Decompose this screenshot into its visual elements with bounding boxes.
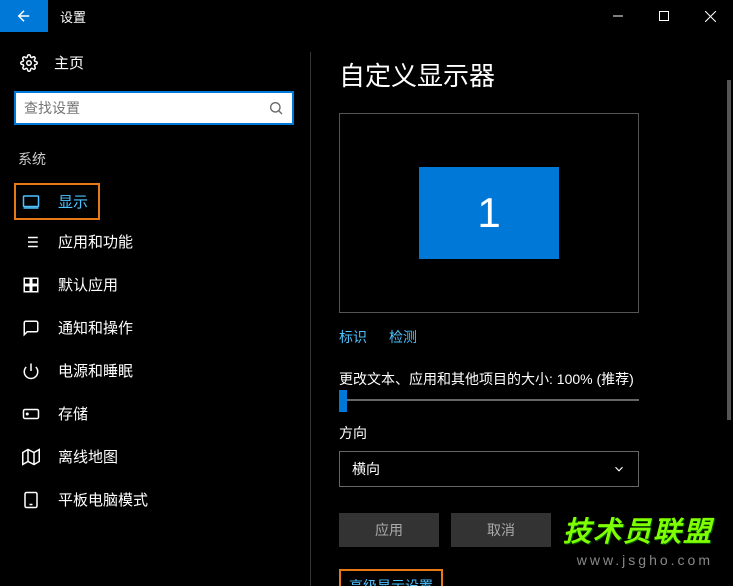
storage-icon <box>22 405 40 423</box>
content-area: 自定义显示器 1 标识 检测 更改文本、应用和其他项目的大小: 100% (推荐… <box>311 32 733 586</box>
sidebar-item-label: 应用和功能 <box>58 231 133 252</box>
orientation-value: 横向 <box>352 459 380 479</box>
sidebar-item-apps[interactable]: 应用和功能 <box>14 220 310 263</box>
sidebar-item-label: 通知和操作 <box>58 317 133 338</box>
home-label: 主页 <box>54 52 84 73</box>
window-title: 设置 <box>60 7 86 26</box>
sidebar-item-label: 电源和睡眠 <box>58 360 133 381</box>
sidebar-item-label: 默认应用 <box>58 274 118 295</box>
apply-button[interactable]: 应用 <box>339 513 439 547</box>
monitor-preview[interactable]: 1 <box>339 113 639 313</box>
sidebar-item-label: 离线地图 <box>58 446 118 467</box>
minimize-button[interactable] <box>595 0 641 32</box>
sidebar: 主页 系统 显示 应用和功能 默认应用 通知和操作 电源和睡眠 <box>0 32 310 586</box>
power-icon <box>22 362 40 380</box>
message-icon <box>22 319 40 337</box>
sidebar-item-storage[interactable]: 存储 <box>14 392 310 435</box>
scrollbar[interactable] <box>727 80 731 420</box>
scale-slider[interactable] <box>339 399 639 401</box>
slider-thumb[interactable] <box>339 390 347 412</box>
list-icon <box>22 233 40 251</box>
map-icon <box>22 448 40 466</box>
sidebar-item-label: 显示 <box>58 191 88 212</box>
sidebar-item-default-apps[interactable]: 默认应用 <box>14 263 310 306</box>
sidebar-item-display[interactable]: 显示 <box>14 183 100 220</box>
watermark: 技术员联盟 www.jsgho.com <box>563 510 713 568</box>
detect-link[interactable]: 检测 <box>389 327 417 347</box>
sidebar-item-power[interactable]: 电源和睡眠 <box>14 349 310 392</box>
close-button[interactable] <box>687 0 733 32</box>
section-label: 系统 <box>14 149 310 169</box>
orientation-select[interactable]: 横向 <box>339 451 639 487</box>
tablet-icon <box>22 491 40 509</box>
grid-icon <box>22 276 40 294</box>
display-icon <box>22 193 40 211</box>
sidebar-item-maps[interactable]: 离线地图 <box>14 435 310 478</box>
identify-link[interactable]: 标识 <box>339 327 367 347</box>
back-button[interactable] <box>0 0 48 32</box>
maximize-button[interactable] <box>641 0 687 32</box>
search-input-wrap[interactable] <box>14 91 294 125</box>
sidebar-item-label: 平板电脑模式 <box>58 489 148 510</box>
slider-track <box>339 399 639 401</box>
advanced-display-link[interactable]: 高级显示设置 <box>339 569 443 586</box>
search-icon <box>268 100 284 116</box>
monitor-1[interactable]: 1 <box>419 167 559 259</box>
chevron-down-icon <box>612 462 626 476</box>
orientation-label: 方向 <box>339 423 705 443</box>
sidebar-item-notifications[interactable]: 通知和操作 <box>14 306 310 349</box>
watermark-brand: 技术员联盟 <box>563 510 713 550</box>
sidebar-item-label: 存储 <box>58 403 88 424</box>
home-link[interactable]: 主页 <box>14 52 310 73</box>
gear-icon <box>20 54 38 72</box>
sidebar-item-tablet[interactable]: 平板电脑模式 <box>14 478 310 521</box>
search-input[interactable] <box>24 100 268 116</box>
cancel-button[interactable]: 取消 <box>451 513 551 547</box>
page-title: 自定义显示器 <box>339 56 705 93</box>
scale-label: 更改文本、应用和其他项目的大小: 100% (推荐) <box>339 369 705 389</box>
watermark-url: www.jsgho.com <box>563 552 713 568</box>
